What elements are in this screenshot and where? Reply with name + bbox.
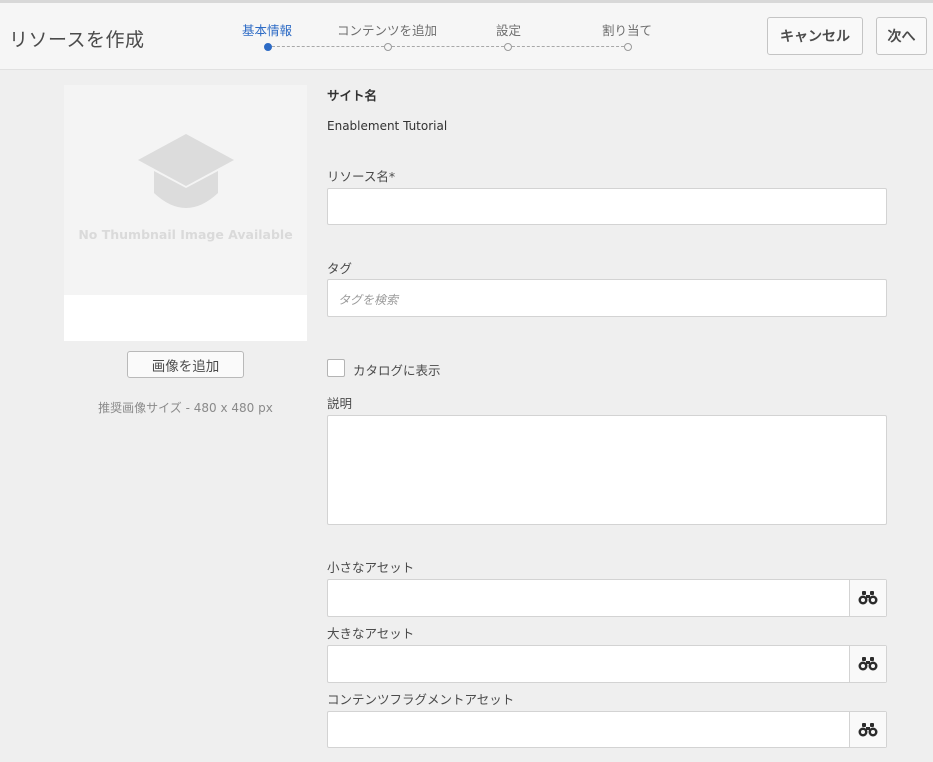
small-asset-label: 小さなアセット [327,560,415,575]
no-thumbnail-text: No Thumbnail Image Available [78,227,293,242]
content-fragment-input[interactable] [327,711,887,748]
recommended-size-text: 推奨画像サイズ - 480 x 480 px [98,401,273,415]
step-connector [392,46,504,47]
graduation-cap-icon [138,134,234,208]
thumbnail-placeholder: No Thumbnail Image Available [64,85,307,295]
wizard-stepper: 基本情報 コンテンツを追加 設定 割り当て [0,3,700,70]
show-in-catalog-label[interactable]: カタログに表示 [353,360,441,379]
add-image-button[interactable]: 画像を追加 [127,351,244,378]
large-asset-picker-button[interactable] [849,646,886,682]
step-basic-info-label[interactable]: 基本情報 [242,20,292,39]
step-assign-dot[interactable] [624,43,632,51]
step-add-content-label[interactable]: コンテンツを追加 [337,20,437,39]
small-asset-input[interactable] [327,579,887,617]
step-settings-dot[interactable] [504,43,512,51]
next-button[interactable]: 次へ [876,17,927,55]
step-basic-info-dot[interactable] [264,43,272,51]
step-assign-label[interactable]: 割り当て [602,20,652,39]
step-connector [512,46,624,47]
step-settings-label[interactable]: 設定 [496,20,521,39]
content-fragment-label: コンテンツフラグメントアセット [327,692,515,707]
header-bar: リソースを作成 基本情報 コンテンツを追加 設定 割り当て キャンセル 次へ [0,3,933,70]
small-asset-picker-button[interactable] [849,580,886,616]
content-fragment-picker-button[interactable] [849,712,886,747]
tags-placeholder: タグを検索 [338,293,399,307]
large-asset-input[interactable] [327,645,887,683]
binoculars-icon [858,591,878,605]
large-asset-label: 大きなアセット [327,626,415,641]
tags-search-input[interactable]: タグを検索 [327,279,887,317]
tags-label: タグ [327,261,353,276]
description-textarea[interactable] [327,415,887,525]
show-in-catalog-checkbox[interactable] [327,359,345,377]
resource-name-input[interactable] [327,188,887,225]
binoculars-icon [858,722,878,736]
thumbnail-preview: No Thumbnail Image Available [64,85,307,341]
site-name-label: サイト名 [327,88,378,103]
resource-name-label: リソース名* [327,169,396,184]
binoculars-icon [858,657,878,671]
cancel-button[interactable]: キャンセル [767,17,863,55]
description-label: 説明 [327,396,353,411]
site-name-value: Enablement Tutorial [327,119,448,133]
step-connector [272,46,384,47]
step-add-content-dot[interactable] [384,43,392,51]
